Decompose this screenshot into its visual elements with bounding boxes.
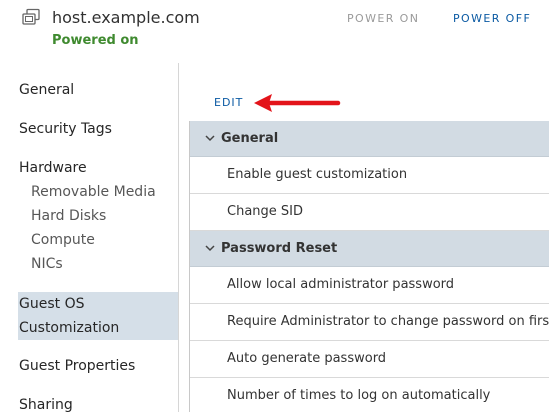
row-label: Enable guest customization (227, 167, 408, 182)
chevron-down-icon[interactable] (204, 132, 216, 144)
sidebar-item-sharing[interactable]: Sharing (19, 393, 73, 412)
sidebar-item-security-tags[interactable]: Security Tags (19, 117, 112, 141)
vm-name: host.example.com (52, 8, 200, 27)
row-label: Require Administrator to change password… (227, 314, 549, 329)
table-row: Allow local administrator password (190, 267, 549, 304)
row-label: Number of times to log on automatically (227, 388, 491, 403)
row-label: Allow local administrator password (227, 277, 455, 292)
power-off-button[interactable]: POWER OFF (453, 12, 531, 25)
row-label: Auto generate password (227, 351, 387, 366)
vm-configure-page: host.example.com Powered on POWER ON POW… (0, 0, 549, 412)
sidebar-item-hardware[interactable]: Hardware (19, 156, 87, 180)
table-row: Number of times to log on automatically (190, 378, 549, 412)
table-row: Auto generate password (190, 341, 549, 378)
sidebar-item-label-line2: Customization (19, 320, 120, 336)
sidebar-item-nics[interactable]: NICs (31, 252, 63, 276)
power-status: Powered on (52, 33, 139, 48)
row-label: Change SID (227, 204, 304, 219)
power-on-button[interactable]: POWER ON (347, 12, 419, 25)
table-row: Require Administrator to change password… (190, 304, 549, 341)
section-title: Password Reset (221, 241, 338, 256)
sidebar-item-guest-os-customization[interactable]: Guest OS Customization (18, 292, 178, 340)
sidebar-item-compute[interactable]: Compute (31, 228, 95, 252)
customization-table: General Enable guest customization Chang… (189, 121, 549, 412)
sidebar-item-general[interactable]: General (19, 78, 74, 102)
section-header-password-reset[interactable]: Password Reset (190, 231, 549, 267)
sidebar-item-removable-media[interactable]: Removable Media (31, 180, 156, 204)
sidebar-divider (178, 63, 179, 412)
table-row: Change SID (190, 194, 549, 231)
red-arrow-icon (254, 94, 341, 112)
section-title: General (221, 131, 279, 146)
edit-button[interactable]: EDIT (214, 96, 243, 109)
chevron-down-icon[interactable] (204, 242, 216, 254)
section-header-general[interactable]: General (190, 121, 549, 157)
table-row: Enable guest customization (190, 157, 549, 194)
virtual-machine-icon (22, 8, 40, 25)
sidebar-item-guest-properties[interactable]: Guest Properties (19, 354, 135, 378)
sidebar-item-label-line1: Guest OS (19, 296, 85, 312)
sidebar-item-hard-disks[interactable]: Hard Disks (31, 204, 106, 228)
